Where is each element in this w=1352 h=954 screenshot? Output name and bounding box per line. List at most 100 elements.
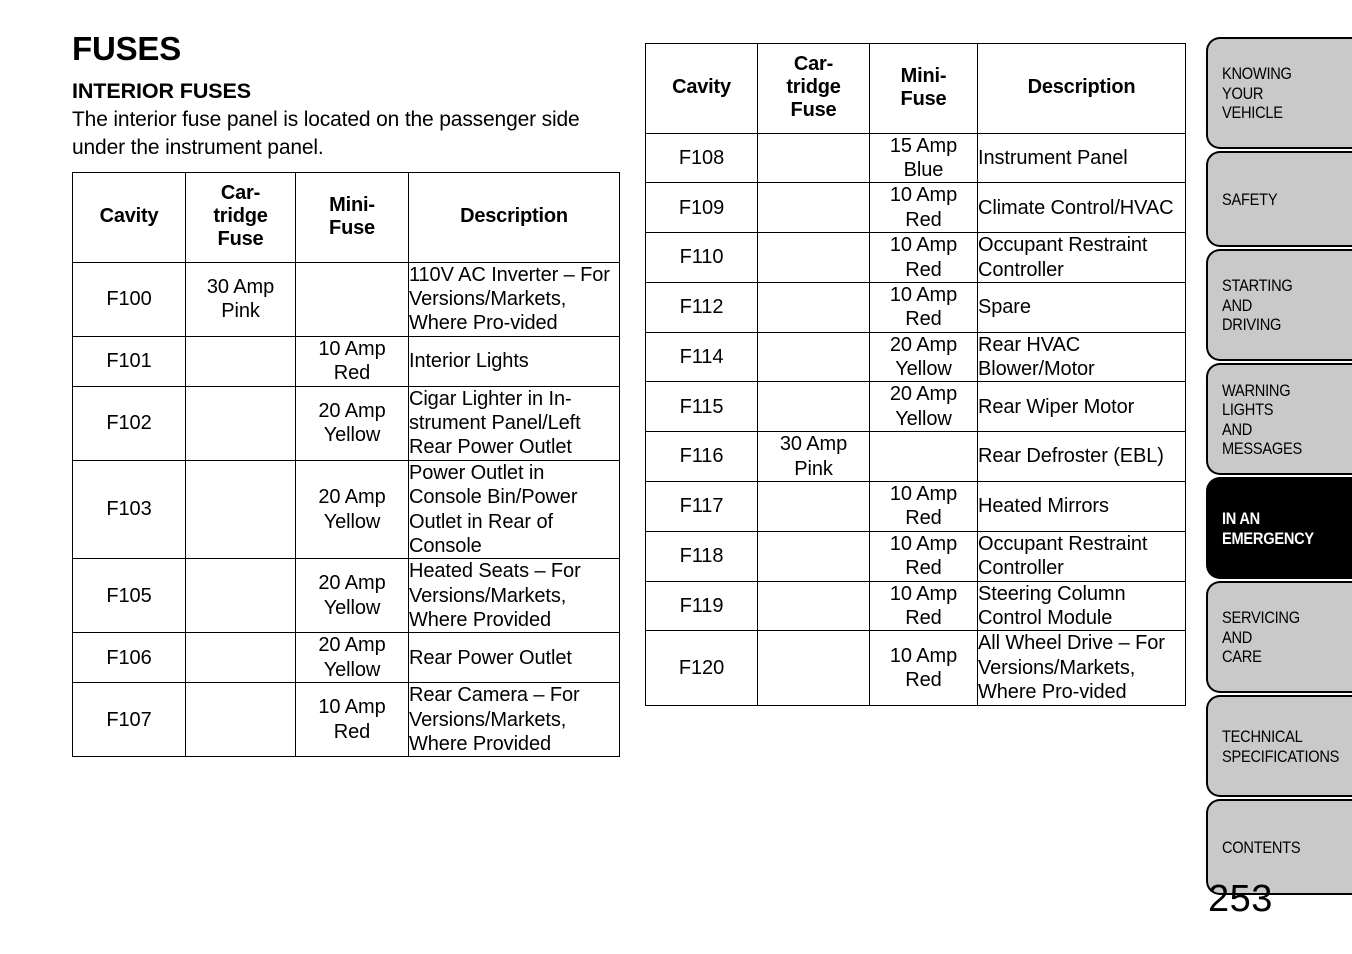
chapter-tab-in-an-emergency[interactable]: IN AN EMERGENCY <box>1206 477 1352 579</box>
page-title: FUSES <box>72 30 182 67</box>
table-body-left: F100 30 Amp Pink 110V AC Inverter – For Ve… <box>72 261 620 758</box>
chapter-tab-technical-specifications[interactable]: TECHNICAL SPECIFICATIONS <box>1206 695 1352 797</box>
cell-cartridge-fuse: 30 Amp Pink <box>185 261 296 337</box>
cell-description: Instrument Panel <box>977 132 1186 184</box>
column-header-cavity: Cavity <box>645 43 758 134</box>
cell-mini-fuse <box>869 431 978 483</box>
right-column: Cavity Car- tridge Fuse Mini- Fuse Descr… <box>645 43 1186 706</box>
cell-description: Rear HVAC Blower/Motor <box>977 331 1186 383</box>
cell-mini-fuse: 10 Amp Red <box>869 580 978 632</box>
chapter-tab-label: KNOWING YOUR VEHICLE <box>1222 64 1292 123</box>
table-row: F112 10 Amp Red Spare <box>645 281 1186 333</box>
cell-cartridge-fuse <box>185 459 296 560</box>
cell-description: Rear Wiper Motor <box>977 381 1186 433</box>
table-header-row: Cavity Car- tridge Fuse Mini- Fuse Descr… <box>645 43 1186 134</box>
chapter-tab-starting-and-driving[interactable]: STARTING AND DRIVING <box>1206 249 1352 361</box>
cell-description: Spare <box>977 281 1186 333</box>
cell-mini-fuse: 10 Amp Red <box>869 281 978 333</box>
cell-mini-fuse: 20 Amp Yellow <box>295 385 409 461</box>
table-row: F115 20 Amp Yellow Rear Wiper Motor <box>645 381 1186 433</box>
cell-mini-fuse: 15 Amp Blue <box>869 132 978 184</box>
cell-cavity: F108 <box>645 132 758 184</box>
interior-fuses-table-right: Cavity Car- tridge Fuse Mini- Fuse Descr… <box>645 43 1186 706</box>
cell-cavity: F101 <box>72 335 186 387</box>
cell-description: Rear Power Outlet <box>408 632 620 684</box>
cell-cavity: F114 <box>645 331 758 383</box>
manual-page: FUSES INTERIOR FUSES The interior fuse p… <box>0 0 1352 954</box>
cell-cavity: F116 <box>645 431 758 483</box>
chapter-tab-warning-lights-and-messages[interactable]: WARNING LIGHTS AND MESSAGES <box>1206 363 1352 475</box>
table-row: F105 20 Amp Yellow Heated Seats – For Vers… <box>72 558 620 634</box>
cell-cartridge-fuse <box>757 331 870 383</box>
intro-paragraph: The interior fuse panel is located on th… <box>72 108 580 159</box>
cell-cartridge-fuse <box>757 281 870 333</box>
table-row: F109 10 Amp Red Climate Control/HVAC <box>645 182 1186 234</box>
cell-cartridge-fuse <box>185 682 296 758</box>
table-row: F101 10 Amp Red Interior Lights <box>72 335 620 387</box>
section-heading: INTERIOR FUSES <box>72 78 251 103</box>
chapter-tab-label: IN AN EMERGENCY <box>1222 509 1314 548</box>
left-column: FUSES INTERIOR FUSES The interior fuse p… <box>72 30 620 758</box>
cell-cartridge-fuse <box>757 630 870 706</box>
cell-description: Power Outlet in Console Bin/Power Outlet… <box>408 459 620 560</box>
cell-cavity: F115 <box>645 381 758 433</box>
cell-cavity: F105 <box>72 558 186 634</box>
table-header-left: Cavity Car- tridge Fuse Mini- Fuse Descr… <box>72 172 620 263</box>
cell-cartridge-fuse <box>757 132 870 184</box>
cell-mini-fuse: 20 Amp Yellow <box>295 459 409 560</box>
table-row: F107 10 Amp Red Rear Camera – For Versions… <box>72 682 620 758</box>
cell-mini-fuse: 10 Amp Red <box>869 182 978 234</box>
cell-description: Heated Mirrors <box>977 481 1186 532</box>
cell-cartridge-fuse <box>757 580 870 632</box>
table-row: F114 20 Amp Yellow Rear HVAC Blower/Motor <box>645 331 1186 383</box>
cell-cavity: F107 <box>72 682 186 758</box>
cell-cavity: F103 <box>72 459 186 560</box>
cell-cavity: F102 <box>72 385 186 461</box>
cell-description: Rear Camera – For Versions/Markets, Wher… <box>408 682 620 758</box>
cell-cartridge-fuse <box>185 385 296 461</box>
table-row: F102 20 Amp Yellow Cigar Lighter in In-str… <box>72 385 620 461</box>
table-row: F120 10 Amp Red All Wheel Drive – For Vers… <box>645 630 1186 706</box>
cell-cavity: F100 <box>72 261 186 337</box>
table-header-right: Cavity Car- tridge Fuse Mini- Fuse Descr… <box>645 43 1186 134</box>
cell-cavity: F109 <box>645 182 758 234</box>
chapter-tab-label: WARNING LIGHTS AND MESSAGES <box>1222 380 1303 458</box>
cell-cartridge-fuse <box>757 530 870 582</box>
cell-description: Cigar Lighter in In-strument Panel/Left … <box>408 385 620 461</box>
chapter-tab-label: SAFETY <box>1222 189 1278 209</box>
cell-cartridge-fuse <box>757 182 870 234</box>
cell-cavity: F117 <box>645 481 758 532</box>
column-header-cavity: Cavity <box>72 172 186 263</box>
chapter-tab-rail: KNOWING YOUR VEHICLE SAFETY STARTING AND D… <box>1206 37 1352 897</box>
cell-mini-fuse: 20 Amp Yellow <box>869 331 978 383</box>
cell-cartridge-fuse <box>757 381 870 433</box>
cell-mini-fuse: 20 Amp Yellow <box>295 558 409 634</box>
cell-cavity: F120 <box>645 630 758 706</box>
table-row: F116 30 Amp Pink Rear Defroster (EBL) <box>645 431 1186 483</box>
cell-mini-fuse: 10 Amp Red <box>869 481 978 532</box>
chapter-tab-label: SERVICING AND CARE <box>1222 608 1300 667</box>
table-row: F108 15 Amp Blue Instrument Panel <box>645 132 1186 184</box>
cell-cartridge-fuse <box>185 558 296 634</box>
cell-mini-fuse: 10 Amp Red <box>869 630 978 706</box>
cell-description: Occupant Restraint Controller <box>977 530 1186 582</box>
chapter-tab-servicing-and-care[interactable]: SERVICING AND CARE <box>1206 581 1352 693</box>
cell-mini-fuse: 10 Amp Red <box>295 335 409 387</box>
cell-cartridge-fuse <box>757 481 870 532</box>
cell-mini-fuse: 10 Amp Red <box>869 232 978 283</box>
cell-cavity: F119 <box>645 580 758 632</box>
cell-mini-fuse: 10 Amp Red <box>869 530 978 582</box>
chapter-tab-label: CONTENTS <box>1222 837 1301 857</box>
table-row: F119 10 Amp Red Steering Column Control Mo… <box>645 580 1186 632</box>
chapter-tab-knowing-your-vehicle[interactable]: KNOWING YOUR VEHICLE <box>1206 37 1352 149</box>
table-row: F106 20 Amp Yellow Rear Power Outlet <box>72 632 620 684</box>
cell-cavity: F110 <box>645 232 758 283</box>
table-row: F118 10 Amp Red Occupant Restraint Control… <box>645 530 1186 582</box>
chapter-tab-safety[interactable]: SAFETY <box>1206 151 1352 247</box>
cell-description: All Wheel Drive – For Versions/Markets, … <box>977 630 1186 706</box>
cell-description: Steering Column Control Module <box>977 580 1186 632</box>
cell-description: Occupant Restraint Controller <box>977 232 1186 283</box>
table-row: F103 20 Amp Yellow Power Outlet in Console… <box>72 459 620 560</box>
cell-mini-fuse: 10 Amp Red <box>295 682 409 758</box>
cell-description: Heated Seats – For Versions/Markets, Whe… <box>408 558 620 634</box>
